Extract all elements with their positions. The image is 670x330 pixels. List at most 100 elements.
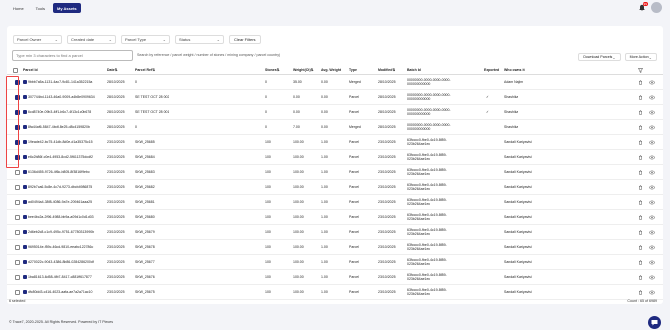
row-checkbox[interactable]: [15, 210, 20, 224]
row-checkbox[interactable]: [15, 75, 20, 89]
cell-parcel-id[interactable]: 19eade42-bc75-41db-8d0e-d1a35375c15: [23, 135, 105, 149]
view-icon[interactable]: [649, 120, 655, 134]
row-checkbox[interactable]: [15, 150, 20, 164]
table-row[interactable]: 8fa44af6-5847-4bdf-8e25-d8c4159820b 28/10…: [7, 120, 663, 135]
delete-icon[interactable]: [638, 150, 643, 164]
delete-icon[interactable]: [638, 255, 643, 269]
nav-tools[interactable]: Tools: [32, 3, 49, 13]
row-checkbox[interactable]: [15, 105, 20, 119]
view-icon[interactable]: [649, 105, 655, 119]
table-row[interactable]: 307744bd-1143-46a0-9009-a4b8e0909634 28/1…: [7, 90, 663, 105]
col-parcel-ref[interactable]: Parcel Ref ⇅: [135, 66, 155, 74]
table-row[interactable]: 6136d455-9726-4f6c-b805-8f3816f9ebc 23/10…: [7, 165, 663, 180]
delete-icon[interactable]: [638, 225, 643, 239]
cell-parcel-id[interactable]: bee4bc2a-2f96-4988-bb9a-a09d1c0d1d03: [23, 210, 105, 224]
delete-icon[interactable]: [638, 75, 643, 89]
download-parcels-button[interactable]: Download Parcels ⌄: [578, 53, 621, 61]
view-icon[interactable]: [649, 90, 655, 104]
row-checkbox[interactable]: [15, 90, 20, 104]
delete-icon[interactable]: [638, 105, 643, 119]
view-icon[interactable]: [649, 210, 655, 224]
view-icon[interactable]: [649, 240, 655, 254]
col-date[interactable]: Date ⇅: [107, 66, 118, 74]
view-icon[interactable]: [649, 285, 655, 299]
row-checkbox[interactable]: [15, 240, 20, 254]
select-all-checkbox[interactable]: [13, 66, 18, 74]
table-row[interactable]: 19eade42-bc75-41db-8d0e-d1a35375c15 23/10…: [7, 135, 663, 150]
nav-home[interactable]: Home: [9, 3, 28, 13]
col-parcel-id[interactable]: Parcel Id: [23, 66, 38, 74]
row-checkbox[interactable]: [15, 165, 20, 179]
cell-parcel-id[interactable]: 892b7ca6-5c8e-4c7d-9273-dbcb4986875: [23, 180, 105, 194]
cell-parcel-id[interactable]: 307744bd-1143-46a0-9009-a4b8e0909634: [23, 90, 105, 104]
view-icon[interactable]: [649, 75, 655, 89]
table-row[interactable]: e6c2b86f-c0e4-4953-8cd2-5f611375dcdf2 23/…: [7, 150, 663, 165]
search-input[interactable]: [12, 50, 133, 61]
row-checkbox[interactable]: [15, 195, 20, 209]
delete-icon[interactable]: [638, 195, 643, 209]
view-icon[interactable]: [649, 195, 655, 209]
filter-icon[interactable]: [638, 66, 643, 74]
cell-parcel-id[interactable]: 2d6eb2c8-c1c9-495c-9751-67780313990b: [23, 225, 105, 239]
table-row[interactable]: 2d6eb2c8-c1c9-495c-9751-67780313990b 23/1…: [7, 225, 663, 240]
cell-parcel-id[interactable]: 8fa44af6-5847-4bdf-8e25-d8c4159820b: [23, 120, 105, 134]
table-row[interactable]: 1ba81613-6d58-4fb7-8417-c881ff617877 23/1…: [7, 270, 663, 285]
delete-icon[interactable]: [638, 165, 643, 179]
delete-icon[interactable]: [638, 240, 643, 254]
delete-icon[interactable]: [638, 135, 643, 149]
delete-icon[interactable]: [638, 210, 643, 224]
nav-my-assets[interactable]: My Assets: [53, 3, 81, 13]
row-checkbox[interactable]: [15, 135, 20, 149]
delete-icon[interactable]: [638, 285, 643, 299]
filter-parcel-owner[interactable]: Parcel Owner ⌄: [13, 35, 62, 44]
view-icon[interactable]: [649, 135, 655, 149]
cell-parcel-id[interactable]: e6c2b86f-c0e4-4953-8cd2-5f611375dcdf2: [23, 150, 105, 164]
table-row[interactable]: 9695014e-f59c-46cd-9810-eeabc122786c 23/1…: [7, 240, 663, 255]
filter-created-date[interactable]: Created date ⌄: [67, 35, 116, 44]
view-icon[interactable]: [649, 180, 655, 194]
cell-avg-weight: 0.00: [321, 80, 328, 84]
table-row[interactable]: 6cd8740e-09b3-4ff1-b6c7-4f13c1c0b678 28/1…: [7, 105, 663, 120]
col-batch-id: Batch Id: [407, 68, 421, 72]
table-row[interactable]: 9bbb7a5a-1131-4ac7-9c81-141a352215a 28/10…: [7, 75, 663, 90]
col-weight[interactable]: Weight(Ct) ⇅: [293, 66, 314, 74]
user-avatar[interactable]: [651, 2, 662, 13]
delete-icon[interactable]: [638, 120, 643, 134]
table-row[interactable]: 892b7ca6-5c8e-4c7d-9273-dbcb4986875 23/10…: [7, 180, 663, 195]
notification-bell-icon[interactable]: 99: [638, 2, 648, 12]
view-icon[interactable]: [649, 225, 655, 239]
row-checkbox[interactable]: [15, 255, 20, 269]
cell-parcel-id[interactable]: dfc80dd3-c416-4023-aafa-ae7a2a71ac10: [23, 285, 105, 299]
parcel-icon: [23, 275, 27, 279]
cell-parcel-id[interactable]: 9bbb7a5a-1131-4ac7-9c81-141a352215a: [23, 75, 105, 89]
view-icon[interactable]: [649, 270, 655, 284]
cell-parcel-id[interactable]: 6136d455-9726-4f6c-b805-8f3816f9ebc: [23, 165, 105, 179]
cell-parcel-id[interactable]: 9695014e-f59c-46cd-9810-eeabc122786c: [23, 240, 105, 254]
delete-icon[interactable]: [638, 180, 643, 194]
cell-parcel-id[interactable]: ad0494a4-38f8-4086-9a7e-209461aaa25: [23, 195, 105, 209]
clear-filters-button[interactable]: Clear Filters: [229, 35, 261, 44]
delete-icon[interactable]: [638, 90, 643, 104]
cell-parcel-id[interactable]: 6cd8740e-09b3-4ff1-b6c7-4f13c1c0b678: [23, 105, 105, 119]
row-checkbox[interactable]: [15, 270, 20, 284]
row-checkbox[interactable]: [15, 120, 20, 134]
row-checkbox[interactable]: [15, 285, 20, 299]
cell-parcel-id[interactable]: 1ba81613-6d58-4fb7-8417-c881ff617877: [23, 270, 105, 284]
filter-status[interactable]: Status ⌄: [175, 35, 224, 44]
filter-parcel-type[interactable]: Parcel Type ⌄: [121, 35, 170, 44]
table-row[interactable]: d270022c-9043-4386-8b86-0284286200df 23/1…: [7, 255, 663, 270]
cell-parcel-id[interactable]: d270022c-9043-4386-8b86-0284286200df: [23, 255, 105, 269]
table-row[interactable]: bee4bc2a-2f96-4988-bb9a-a09d1c0d1d03 23/1…: [7, 210, 663, 225]
table-row[interactable]: ad0494a4-38f8-4086-9a7e-209461aaa25 23/10…: [7, 195, 663, 210]
delete-icon[interactable]: [638, 270, 643, 284]
view-icon[interactable]: [649, 165, 655, 179]
view-icon[interactable]: [649, 150, 655, 164]
view-icon[interactable]: [649, 255, 655, 269]
row-checkbox[interactable]: [15, 180, 20, 194]
more-action-button[interactable]: More Action ⌄: [624, 53, 657, 61]
col-stones[interactable]: Stones ⇅: [265, 66, 280, 74]
table-row[interactable]: dfc80dd3-c416-4023-aafa-ae7a2a71ac10 23/1…: [7, 285, 663, 300]
row-checkbox[interactable]: [15, 225, 20, 239]
col-modified[interactable]: Modified ⇅: [378, 66, 395, 74]
chat-icon[interactable]: [648, 316, 661, 329]
